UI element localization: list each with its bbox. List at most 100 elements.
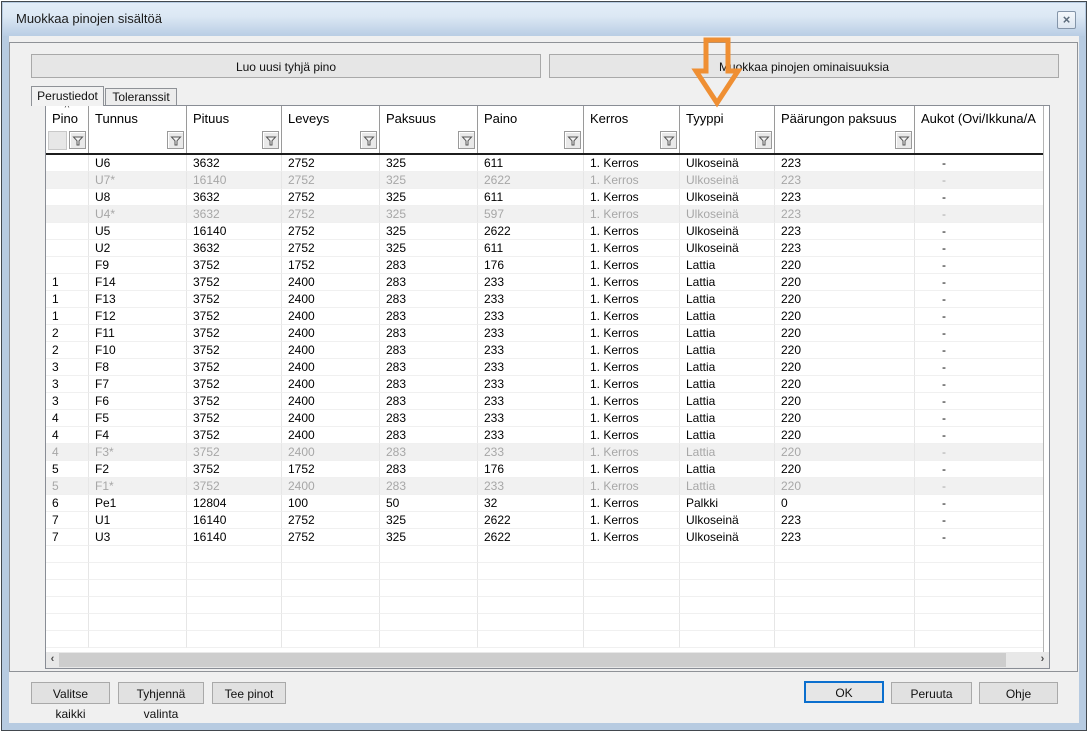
- column-header-pino[interactable]: ^Pino: [46, 106, 89, 129]
- column-header-kerros[interactable]: Kerros: [584, 106, 680, 129]
- grid-cell: Lattia: [680, 410, 775, 427]
- filter-cell-kerros[interactable]: [584, 129, 680, 153]
- column-header-pituus[interactable]: Pituus: [187, 106, 282, 129]
- ok-button[interactable]: OK: [804, 681, 884, 703]
- column-header-aukot-ovi-ikkuna-a[interactable]: Aukot (Ovi/Ikkuna/A: [915, 106, 1049, 129]
- grid-row[interactable]: 1F13375224002832331. KerrosLattia220-: [46, 291, 1049, 308]
- filter-cell-leveys[interactable]: [282, 129, 380, 153]
- grid-row[interactable]: 5F2375217522831761. KerrosLattia220-: [46, 461, 1049, 478]
- scroll-left-icon[interactable]: ‹: [46, 652, 59, 668]
- grid-row[interactable]: U516140275232526221. KerrosUlkoseinä223-: [46, 223, 1049, 240]
- column-header-p-rungon-paksuus[interactable]: Päärungon paksuus: [775, 106, 915, 129]
- scroll-right-icon[interactable]: ›: [1036, 652, 1049, 668]
- grid-cell: U6: [89, 155, 187, 172]
- column-header-leveys[interactable]: Leveys: [282, 106, 380, 129]
- filter-cell-tunnus[interactable]: [89, 129, 187, 153]
- grid-empty-row: [46, 546, 1049, 563]
- grid-row[interactable]: U4*363227523255971. KerrosUlkoseinä223-: [46, 206, 1049, 223]
- grid-row[interactable]: 1F14375224002832331. KerrosLattia220-: [46, 274, 1049, 291]
- grid-cell: 220: [775, 257, 915, 274]
- grid-row[interactable]: 3F8375224002832331. KerrosLattia220-: [46, 359, 1049, 376]
- grid-cell: 283: [380, 427, 478, 444]
- filter-cell-tyyppi[interactable]: [680, 129, 775, 153]
- close-button[interactable]: ×: [1057, 11, 1076, 29]
- grid-cell: Lattia: [680, 325, 775, 342]
- select-all-button[interactable]: Valitse kaikki: [31, 682, 110, 704]
- grid-cell: Ulkoseinä: [680, 155, 775, 172]
- cancel-button[interactable]: Peruuta: [891, 682, 972, 704]
- grid-cell: -: [915, 189, 1049, 206]
- filter-edit-box[interactable]: [48, 131, 67, 150]
- grid-cell: 283: [380, 274, 478, 291]
- grid-row[interactable]: 7U116140275232526221. KerrosUlkoseinä223…: [46, 512, 1049, 529]
- grid-cell: 2400: [282, 410, 380, 427]
- horizontal-scrollbar[interactable]: ‹ ›: [46, 652, 1049, 668]
- column-header-tyyppi[interactable]: Tyyppi: [680, 106, 775, 129]
- grid-row[interactable]: 4F5375224002832331. KerrosLattia220-: [46, 410, 1049, 427]
- edit-stack-properties-button[interactable]: Muokkaa pinojen ominaisuuksia: [549, 54, 1059, 78]
- filter-cell-pituus[interactable]: [187, 129, 282, 153]
- grid-cell: F9: [89, 257, 187, 274]
- grid-row[interactable]: 3F7375224002832331. KerrosLattia220-: [46, 376, 1049, 393]
- grid-cell: [187, 546, 282, 563]
- grid-row[interactable]: F9375217522831761. KerrosLattia220-: [46, 257, 1049, 274]
- filter-funnel-icon: [898, 135, 910, 147]
- grid-cell: 2752: [282, 240, 380, 257]
- column-header-paksuus[interactable]: Paksuus: [380, 106, 478, 129]
- grid-cell: 283: [380, 291, 478, 308]
- grid-cell: [89, 631, 187, 648]
- grid-row[interactable]: U8363227523256111. KerrosUlkoseinä223-: [46, 189, 1049, 206]
- tab-perustiedot[interactable]: Perustiedot: [31, 86, 104, 106]
- grid-cell: [380, 597, 478, 614]
- filter-button-tunnus[interactable]: [167, 131, 184, 149]
- make-stacks-button[interactable]: Tee pinot: [212, 682, 286, 704]
- stacks-grid: ^PinoTunnusPituusLeveysPaksuusPainoKerro…: [45, 105, 1050, 669]
- filter-button-pino[interactable]: [69, 131, 86, 149]
- scrollbar-thumb[interactable]: [59, 653, 1006, 667]
- grid-row[interactable]: U6363227523256111. KerrosUlkoseinä223-: [46, 155, 1049, 172]
- grid-cell: 16140: [187, 529, 282, 546]
- grid-row[interactable]: U2363227523256111. KerrosUlkoseinä223-: [46, 240, 1049, 257]
- create-empty-stack-button[interactable]: Luo uusi tyhjä pino: [31, 54, 541, 78]
- clear-selection-button[interactable]: Tyhjennä valinta: [118, 682, 204, 704]
- column-header-paino[interactable]: Paino: [478, 106, 584, 129]
- grid-row[interactable]: 5F1*375224002832331. KerrosLattia220-: [46, 478, 1049, 495]
- grid-row[interactable]: 1F12375224002832331. KerrosLattia220-: [46, 308, 1049, 325]
- grid-cell: 16140: [187, 172, 282, 189]
- grid-row[interactable]: 6Pe11280410050321. KerrosPalkki0-: [46, 495, 1049, 512]
- filter-cell-paino[interactable]: [478, 129, 584, 153]
- help-button[interactable]: Ohje: [979, 682, 1058, 704]
- filter-button-leveys[interactable]: [360, 131, 377, 149]
- grid-row[interactable]: 4F3*375224002832331. KerrosLattia220-: [46, 444, 1049, 461]
- filter-cell-p-rungon-paksuus[interactable]: [775, 129, 915, 153]
- grid-row[interactable]: 2F10375224002832331. KerrosLattia220-: [46, 342, 1049, 359]
- grid-cell: 5: [46, 461, 89, 478]
- grid-row[interactable]: 2F11375224002832331. KerrosLattia220-: [46, 325, 1049, 342]
- filter-cell-paksuus[interactable]: [380, 129, 478, 153]
- filter-button-pituus[interactable]: [262, 131, 279, 149]
- filter-button-p-rungon-paksuus[interactable]: [895, 131, 912, 149]
- grid-cell: 2400: [282, 291, 380, 308]
- filter-button-paino[interactable]: [564, 131, 581, 149]
- filter-button-tyyppi[interactable]: [755, 131, 772, 149]
- grid-cell: 3752: [187, 393, 282, 410]
- grid-row[interactable]: 7U316140275232526221. KerrosUlkoseinä223…: [46, 529, 1049, 546]
- grid-cell: [46, 546, 89, 563]
- grid-cell: Lattia: [680, 359, 775, 376]
- filter-button-paksuus[interactable]: [458, 131, 475, 149]
- grid-row[interactable]: U7*16140275232526221. KerrosUlkoseinä223…: [46, 172, 1049, 189]
- grid-empty-row: [46, 597, 1049, 614]
- column-header-tunnus[interactable]: Tunnus: [89, 106, 187, 129]
- filter-button-kerros[interactable]: [660, 131, 677, 149]
- grid-cell: 0: [775, 495, 915, 512]
- grid-cell: 3752: [187, 257, 282, 274]
- grid-row[interactable]: 4F4375224002832331. KerrosLattia220-: [46, 427, 1049, 444]
- filter-funnel-icon: [567, 135, 579, 147]
- grid-cell: 233: [478, 325, 584, 342]
- tab-toleranssit[interactable]: Toleranssit: [105, 88, 177, 106]
- filter-cell-pino[interactable]: [46, 129, 89, 153]
- filter-cell-aukot-ovi-ikkuna-a[interactable]: [915, 129, 1049, 153]
- grid-row[interactable]: 3F6375224002832331. KerrosLattia220-: [46, 393, 1049, 410]
- grid-cell: 233: [478, 274, 584, 291]
- grid-cell: [584, 546, 680, 563]
